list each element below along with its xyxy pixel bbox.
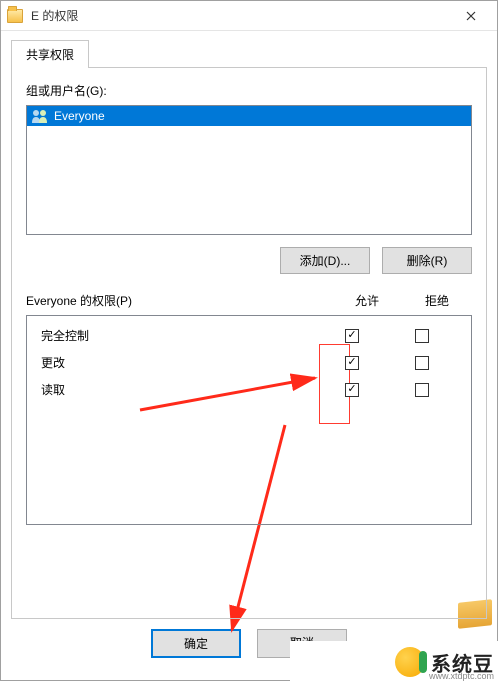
permissions-for-label: Everyone 的权限(P) — [26, 292, 332, 309]
titlebar: E 的权限 — [1, 1, 497, 31]
column-allow: 允许 — [332, 292, 402, 309]
remove-button[interactable]: 删除(R) — [382, 247, 472, 274]
watermark-logo-icon — [395, 647, 425, 677]
tab-panel: 组或用户名(G): Everyone 添加(D)... — [11, 67, 487, 619]
checkbox-deny-full[interactable] — [415, 329, 429, 343]
people-icon — [31, 109, 49, 123]
column-deny: 拒绝 — [402, 292, 472, 309]
perm-name: 完全控制 — [41, 327, 317, 344]
perm-row: 完全控制 — [31, 322, 467, 349]
permissions-list: 完全控制 更改 读取 — [26, 315, 472, 525]
perm-name: 读取 — [41, 381, 317, 398]
close-icon — [466, 11, 476, 21]
checkbox-deny-change[interactable] — [415, 356, 429, 370]
ok-button[interactable]: 确定 — [151, 629, 241, 658]
folder-icon — [7, 9, 23, 23]
perm-name: 更改 — [41, 354, 317, 371]
checkbox-allow-change[interactable] — [345, 356, 359, 370]
add-button[interactable]: 添加(D)... — [280, 247, 370, 274]
group-item-label: Everyone — [54, 109, 105, 123]
group-item-everyone[interactable]: Everyone — [27, 106, 471, 126]
perm-row: 读取 — [31, 376, 467, 403]
watermark: 系统豆 www.xtdptc.com — [290, 641, 500, 683]
watermark-url: www.xtdptc.com — [429, 671, 494, 681]
perm-row: 更改 — [31, 349, 467, 376]
tab-share-permissions[interactable]: 共享权限 — [11, 40, 89, 68]
checkbox-allow-full[interactable] — [345, 329, 359, 343]
close-button[interactable] — [451, 2, 491, 30]
checkbox-deny-read[interactable] — [415, 383, 429, 397]
window-title: E 的权限 — [31, 7, 451, 24]
groups-listbox[interactable]: Everyone — [26, 105, 472, 235]
groups-label: 组或用户名(G): — [26, 82, 472, 99]
checkbox-allow-read[interactable] — [345, 383, 359, 397]
tab-strip: 共享权限 — [11, 39, 487, 67]
